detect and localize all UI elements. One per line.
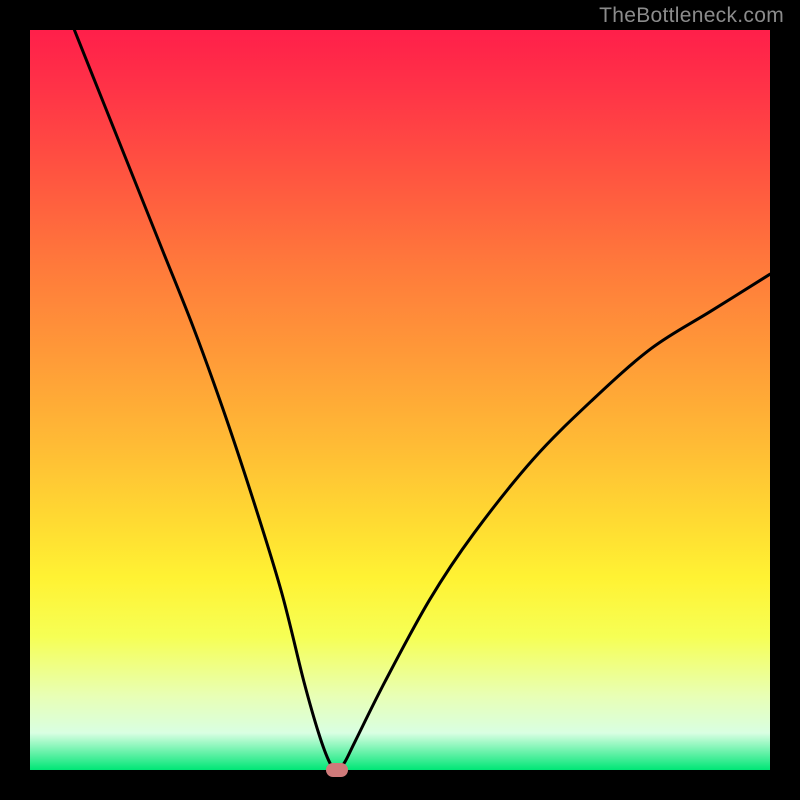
plot-area bbox=[30, 30, 770, 770]
chart-frame: TheBottleneck.com bbox=[0, 0, 800, 800]
optimal-marker bbox=[326, 763, 348, 777]
watermark-text: TheBottleneck.com bbox=[599, 4, 784, 28]
bottleneck-curve bbox=[74, 30, 770, 770]
curve-svg bbox=[30, 30, 770, 770]
